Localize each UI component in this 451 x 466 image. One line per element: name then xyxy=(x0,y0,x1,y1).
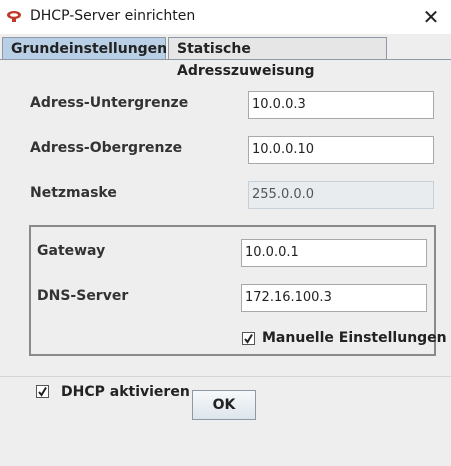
dhcp-enable-checkbox[interactable] xyxy=(36,385,49,398)
checkmark-icon xyxy=(244,333,253,344)
tab-divider xyxy=(0,59,451,60)
checkmark-icon xyxy=(38,386,47,397)
title-bar: DHCP-Server einrichten ✕ xyxy=(0,0,451,34)
dhcp-enable-label[interactable]: DHCP aktivieren xyxy=(61,384,190,400)
netmask-input: 255.0.0.0 xyxy=(248,181,434,209)
dns-input[interactable]: 172.16.100.3 xyxy=(241,284,427,312)
ok-button[interactable]: OK xyxy=(192,390,256,420)
lower-bound-input[interactable]: 10.0.0.3 xyxy=(248,91,434,119)
gateway-input[interactable]: 10.0.0.1 xyxy=(241,239,427,267)
manual-settings-label[interactable]: Manuelle Einstellungen xyxy=(262,330,447,346)
lower-bound-label: Adress-Untergrenze xyxy=(30,95,189,111)
tab-grundeinstellungen[interactable]: Grundeinstellungen xyxy=(2,37,167,59)
close-button[interactable]: ✕ xyxy=(416,4,446,30)
button-bar-divider xyxy=(0,376,451,377)
gateway-label: Gateway xyxy=(37,243,106,259)
netmask-label: Netzmaske xyxy=(30,185,117,201)
upper-bound-input[interactable]: 10.0.0.10 xyxy=(248,136,434,164)
close-icon: ✕ xyxy=(422,5,440,29)
router-icon xyxy=(7,11,21,22)
window-title: DHCP-Server einrichten xyxy=(30,8,196,24)
upper-bound-label: Adress-Obergrenze xyxy=(30,140,183,156)
manual-settings-checkbox[interactable] xyxy=(242,332,255,345)
tab-statische-adresszuweisung[interactable]: Statische Adresszuweisung xyxy=(168,37,387,79)
dns-label: DNS-Server xyxy=(37,288,129,304)
